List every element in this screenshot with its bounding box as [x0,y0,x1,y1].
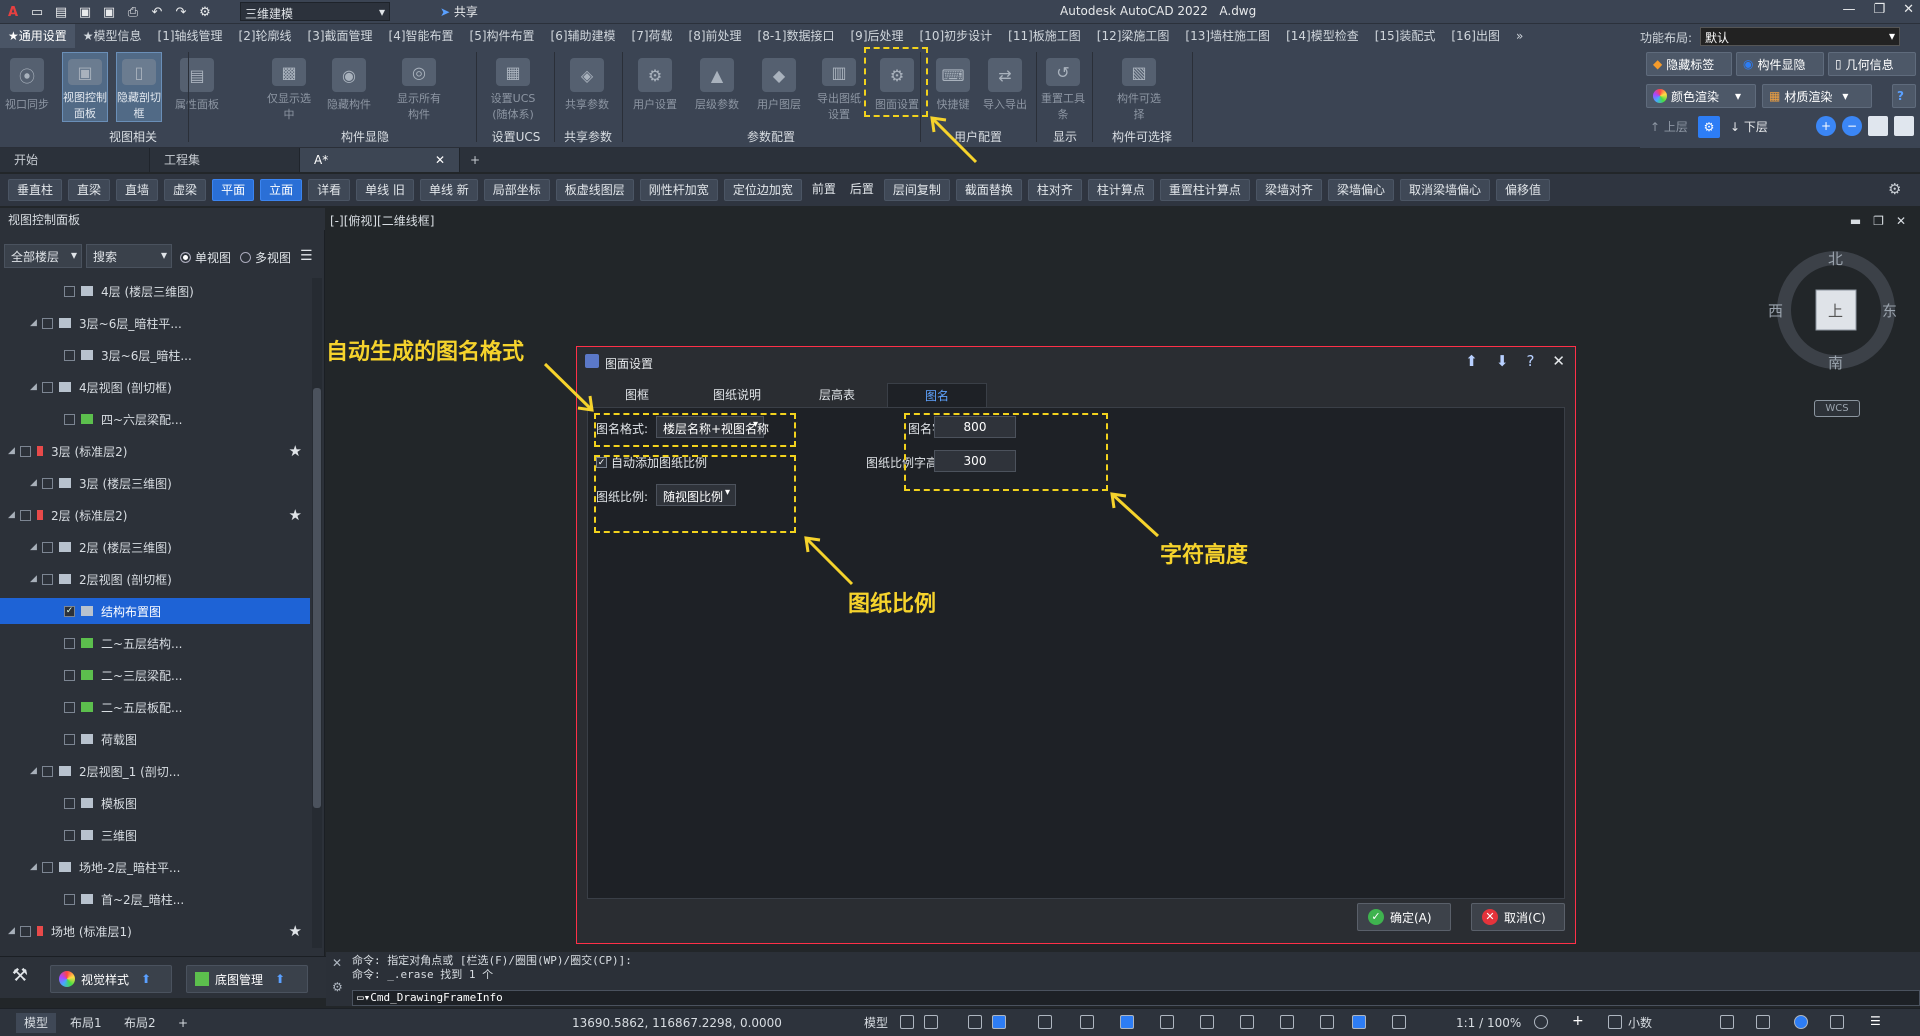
ortho-icon[interactable] [968,1015,982,1029]
wrench-icon[interactable]: ⚙ [332,980,343,994]
annotation-scale-icon[interactable] [1392,1015,1406,1029]
command-input[interactable]: ▭▾Cmd_DrawingFrameInfo [352,990,1920,1006]
lock-ui-icon[interactable] [1756,1015,1770,1029]
transparency-icon[interactable] [1200,1015,1214,1029]
close-icon[interactable]: ✕ [332,956,342,970]
annotation-visibility-icon[interactable] [1352,1015,1366,1029]
selection-cycling-icon[interactable] [1240,1015,1254,1029]
object-track-icon[interactable] [1120,1015,1134,1029]
tab-model[interactable]: 模型 [16,1013,57,1033]
clean-screen-icon[interactable] [1830,1015,1844,1029]
command-history: 命令: 指定对角点或 [栏选(F)/圈围(WP)/圈交(CP)]: 命令: _.… [352,954,632,982]
command-line: 命令: 指定对角点或 [栏选(F)/圈围(WP)/圈交(CP)]: 命令: _.… [352,952,1920,1006]
tab-layout1[interactable]: 布局1 [62,1013,110,1033]
command-prompt-icon: ▭▾ [357,991,371,1004]
units-value[interactable]: 小数 [1620,1013,1660,1033]
tab-layout2[interactable]: 布局2 [116,1013,164,1033]
plus-icon[interactable]: + [1572,1014,1586,1029]
command-line-grip[interactable]: ✕ ⚙ [326,952,352,1006]
workspace-gear-icon[interactable] [1534,1015,1548,1029]
dynamic-ucs-icon[interactable] [1320,1015,1334,1029]
command-history-line: 命令: 指定对角点或 [栏选(F)/圈围(WP)/圈交(CP)]: [352,954,632,967]
customization-menu-icon[interactable]: ☰ [1870,1015,1884,1029]
quick-properties-icon[interactable] [1720,1015,1734,1029]
coordinates-readout: 13690.5862, 116867.2298, 0.0000 [572,1016,782,1030]
status-bar: 模型 布局1 布局2 + 13690.5862, 116867.2298, 0.… [0,1008,1920,1036]
3d-osnap-icon[interactable] [1280,1015,1294,1029]
annotation-arrows [543,116,1160,586]
model-space-button[interactable]: 模型 [856,1013,896,1033]
lineweight-icon[interactable] [1160,1015,1174,1029]
add-layout-plus-icon[interactable]: + [170,1013,196,1033]
annotation-scale-value[interactable]: 1:1 / 100% [1448,1013,1529,1033]
object-snap-icon[interactable] [1080,1015,1094,1029]
isodraft-icon[interactable] [1038,1015,1052,1029]
polar-icon[interactable] [992,1015,1006,1029]
snap-icon[interactable] [924,1015,938,1029]
command-input-value: Cmd_DrawingFrameInfo [370,991,503,1004]
grid-icon[interactable] [900,1015,914,1029]
command-history-line: 命令: _.erase 找到 1 个 [352,968,494,981]
hardware-acceleration-icon[interactable] [1794,1015,1808,1029]
